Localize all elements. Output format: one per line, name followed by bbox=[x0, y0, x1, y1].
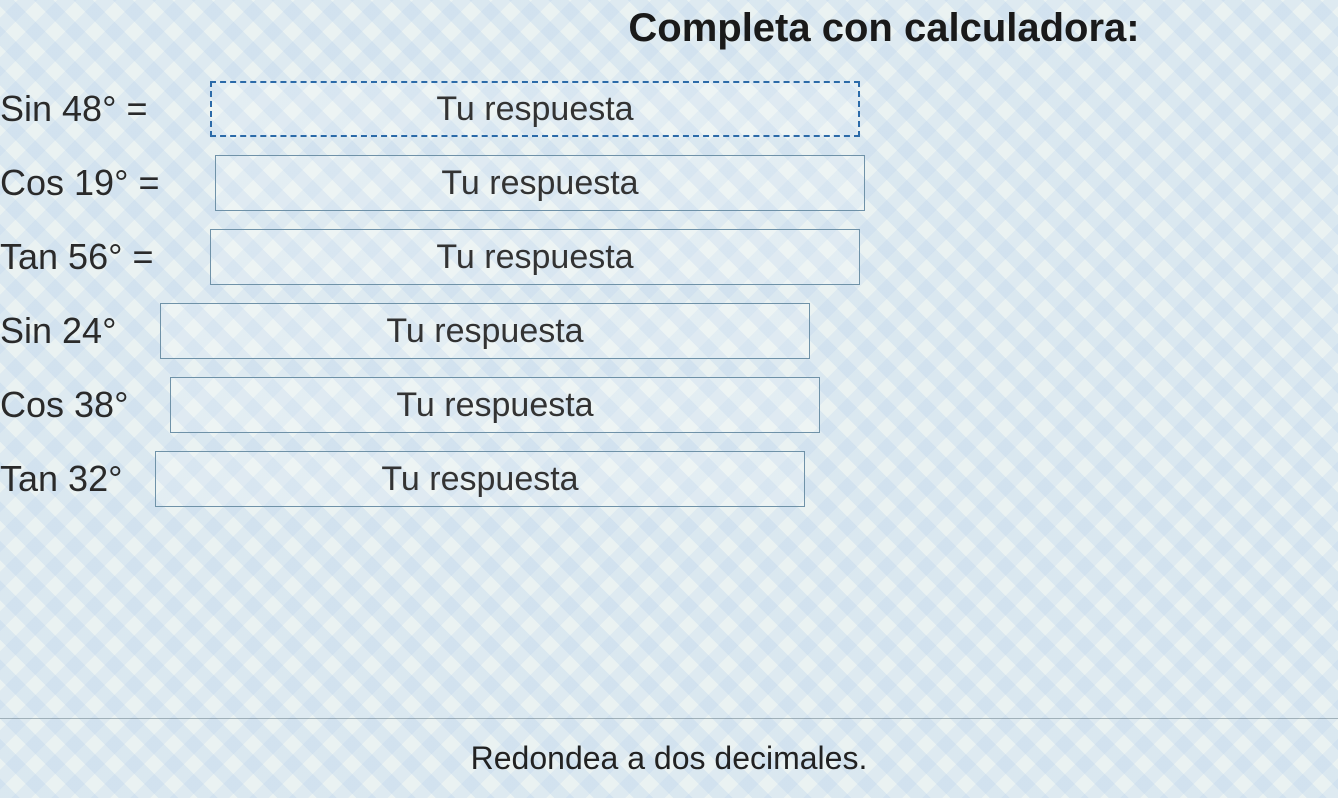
question-row: Cos 19° = Tu respuesta bbox=[0, 155, 1338, 211]
question-label: Sin 48° = bbox=[0, 88, 210, 130]
divider bbox=[0, 718, 1338, 719]
answer-input[interactable]: Tu respuesta bbox=[155, 451, 805, 507]
question-label: Cos 19° = bbox=[0, 162, 215, 204]
answer-input[interactable]: Tu respuesta bbox=[210, 81, 860, 137]
question-label: Tan 56° = bbox=[0, 236, 210, 278]
answer-input[interactable]: Tu respuesta bbox=[210, 229, 860, 285]
question-row: Sin 48° = Tu respuesta bbox=[0, 81, 1338, 137]
question-label: Tan 32° bbox=[0, 458, 155, 500]
question-label: Sin 24° bbox=[0, 310, 160, 352]
question-row: Sin 24°Tu respuesta bbox=[0, 303, 1338, 359]
footer-instruction: Redondea a dos decimales. bbox=[0, 740, 1338, 777]
question-row: Cos 38°Tu respuesta bbox=[0, 377, 1338, 433]
question-rows: Sin 48° = Tu respuestaCos 19° = Tu respu… bbox=[0, 81, 1338, 507]
question-row: Tan 56° = Tu respuesta bbox=[0, 229, 1338, 285]
answer-input[interactable]: Tu respuesta bbox=[160, 303, 810, 359]
question-label: Cos 38° bbox=[0, 384, 170, 426]
page-title: Completa con calculadora: bbox=[0, 0, 1338, 81]
answer-input[interactable]: Tu respuesta bbox=[170, 377, 820, 433]
answer-input[interactable]: Tu respuesta bbox=[215, 155, 865, 211]
question-row: Tan 32°Tu respuesta bbox=[0, 451, 1338, 507]
